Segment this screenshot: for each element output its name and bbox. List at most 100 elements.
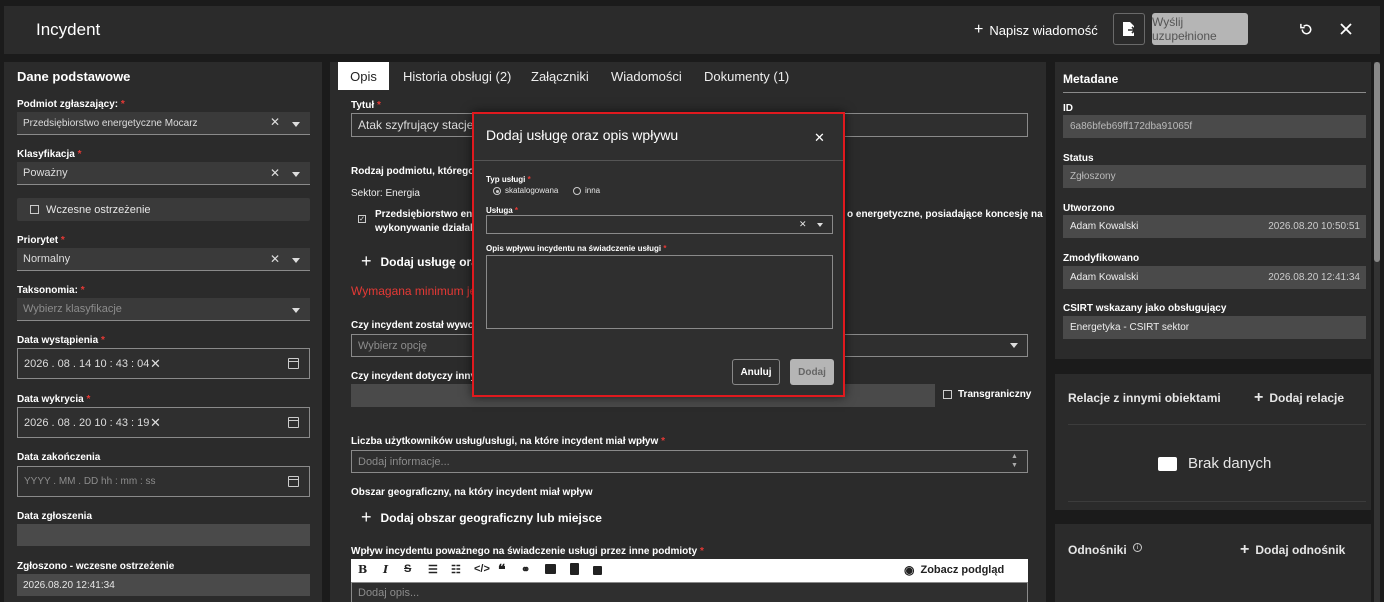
page-title: Incydent [36, 20, 101, 39]
chevron-down-icon[interactable] [1010, 343, 1018, 348]
links-title: Odnośniki [1068, 543, 1127, 557]
entity-desc-line1b: o energetyczne, posiadające koncesję na [847, 209, 1043, 220]
users-label: Liczba użytkowników usług/usługi, na któ… [351, 436, 665, 447]
file-icon[interactable] [570, 563, 579, 575]
taxonomy-select[interactable]: Wybierz klasyfikacje [17, 298, 310, 321]
occurred-value: 2026 . 08 . 14 10 : 43 : 04 [24, 357, 150, 370]
add-service-button[interactable]: + Dodaj usługę ora [361, 251, 478, 272]
chevron-down-icon[interactable] [292, 258, 300, 263]
strikethrough-icon[interactable]: S [404, 563, 411, 575]
csirt-value: Energetyka - CSIRT sektor [1070, 322, 1190, 333]
plus-icon: + [1254, 389, 1264, 406]
add-relation-button[interactable]: + Dodaj relacje [1254, 389, 1344, 407]
clear-icon[interactable]: ✕ [150, 415, 161, 431]
bullet-list-icon[interactable]: ☰ [428, 563, 438, 576]
service-type-label: Typ usługi * [486, 175, 531, 184]
ended-date-input[interactable]: YYYY . MM . DD hh : mm : ss [17, 466, 310, 497]
calendar-icon[interactable] [288, 476, 299, 487]
numbered-list-icon[interactable]: ☷ [451, 563, 461, 576]
occurred-label-text: Data wystąpienia [17, 335, 99, 346]
chevron-down-icon[interactable] [292, 122, 300, 127]
description-placeholder: Dodaj opis... [358, 586, 420, 599]
radio-catalog[interactable] [493, 187, 501, 195]
add-geo-button[interactable]: + Dodaj obszar geograficzny lub miejsce [361, 507, 602, 528]
service-select[interactable] [486, 215, 833, 234]
preview-button[interactable]: ◉ Zobacz podgląd [904, 561, 1004, 579]
metadata-title: Metadane [1063, 72, 1119, 86]
csirt-label: CSIRT wskazany jako obsługujący [1063, 303, 1227, 314]
created-date: 2026.08.20 10:50:51 [1268, 221, 1360, 232]
created-field: Adam Kowalski 2026.08.20 10:50:51 [1063, 215, 1366, 238]
chevron-down-icon[interactable] [817, 223, 823, 227]
classification-label: Klasyfikacja * [17, 149, 82, 160]
priority-select[interactable]: Normalny [17, 248, 310, 271]
calendar-icon[interactable] [288, 417, 299, 428]
tab-description[interactable]: Opis [338, 62, 389, 90]
stepper-icon[interactable]: ▲ ▼ [1011, 452, 1018, 470]
description-editor[interactable]: Dodaj opis... [351, 582, 1028, 602]
checkbox-icon [30, 205, 39, 214]
clear-icon[interactable]: ✕ [799, 219, 807, 230]
add-button[interactable]: Dodaj [790, 359, 834, 385]
tab-documents[interactable]: Dokumenty (1) [704, 62, 789, 90]
tab-history[interactable]: Historia obsługi (2) [403, 62, 511, 90]
add-relation-label: Dodaj relacje [1269, 391, 1345, 405]
users-count-input[interactable]: Dodaj informacje... [351, 450, 1028, 473]
bold-icon[interactable]: B [358, 563, 367, 576]
impact-desc-textarea[interactable] [486, 255, 833, 329]
reporter-select[interactable]: Przedsiębiorstwo energetyczne Mocarz [17, 112, 310, 135]
status-value: Zgłoszony [1070, 171, 1116, 182]
concerns-label: Czy incydent dotyczy innyc [351, 371, 482, 382]
service-label: Usługa * [486, 206, 519, 215]
scrollbar-thumb[interactable] [1374, 62, 1380, 262]
scrollbar[interactable] [1374, 62, 1380, 602]
status-label: Status [1063, 153, 1094, 164]
relations-title: Relacje z innymi obiektami [1068, 391, 1221, 405]
tab-messages[interactable]: Wiadomości [611, 62, 682, 90]
info-icon[interactable]: i [1133, 543, 1142, 552]
italic-icon[interactable]: I [383, 563, 388, 576]
file-export-icon [1123, 22, 1136, 36]
link-icon[interactable]: ⚭ [521, 563, 530, 576]
ended-placeholder: YYYY . MM . DD hh : mm : ss [24, 476, 156, 487]
chevron-down-icon[interactable] [292, 308, 300, 313]
image-icon[interactable] [545, 564, 556, 574]
early-reported-value: 2026.08.20 12:41:34 [23, 579, 115, 591]
radio-other[interactable] [573, 187, 581, 195]
close-icon[interactable]: ✕ [814, 130, 825, 146]
clear-icon[interactable]: ✕ [270, 115, 280, 129]
early-warning-checkbox[interactable]: Wczesne ostrzeżenie [17, 198, 310, 221]
clear-icon[interactable]: ✕ [150, 356, 161, 372]
checkbox-checked-icon[interactable]: ✓ [358, 215, 366, 223]
write-message-button[interactable]: + Napisz wiadomość [974, 6, 1098, 54]
close-icon[interactable] [1340, 23, 1352, 35]
refresh-icon[interactable] [1299, 22, 1314, 37]
radio-other-label: inna [585, 186, 601, 195]
code-icon[interactable]: </> [474, 563, 490, 575]
export-button[interactable] [1113, 13, 1145, 45]
divider [1068, 501, 1366, 502]
calendar-icon[interactable] [288, 358, 299, 369]
id-value: 6a86bfeb69ff172dba91065f [1070, 121, 1193, 132]
service-type-label-text: Typ usługi [486, 175, 526, 184]
detected-date-input[interactable]: 2026 . 08 . 20 10 : 43 : 19 [17, 407, 310, 438]
add-link-button[interactable]: + Dodaj odnośnik [1240, 541, 1345, 559]
reported-date-field [17, 524, 310, 546]
caused-label: Czy incydent został wywoła [351, 320, 483, 331]
tab-attachments[interactable]: Załączniki [531, 62, 589, 90]
clear-icon[interactable]: ✕ [270, 252, 280, 266]
chevron-down-icon[interactable] [292, 172, 300, 177]
quote-icon[interactable]: ❝ [498, 561, 506, 578]
cancel-button[interactable]: Anuluj [732, 359, 780, 385]
occurred-date-input[interactable]: 2026 . 08 . 14 10 : 43 : 04 [17, 348, 310, 379]
preview-label: Zobacz podgląd [920, 564, 1005, 576]
cross-border-checkbox[interactable] [943, 390, 952, 399]
plus-icon: + [361, 507, 372, 527]
status-field: Zgłoszony [1063, 165, 1366, 188]
add-service-modal: Dodaj usługę oraz opis wpływu ✕ Typ usłu… [472, 112, 845, 397]
clear-icon[interactable]: ✕ [270, 166, 280, 180]
caused-placeholder: Wybierz opcję [358, 339, 427, 352]
send-completed-button[interactable]: Wyślij uzupełnione [1152, 13, 1248, 45]
lock-icon[interactable] [593, 566, 602, 575]
classification-select[interactable]: Poważny [17, 162, 310, 185]
